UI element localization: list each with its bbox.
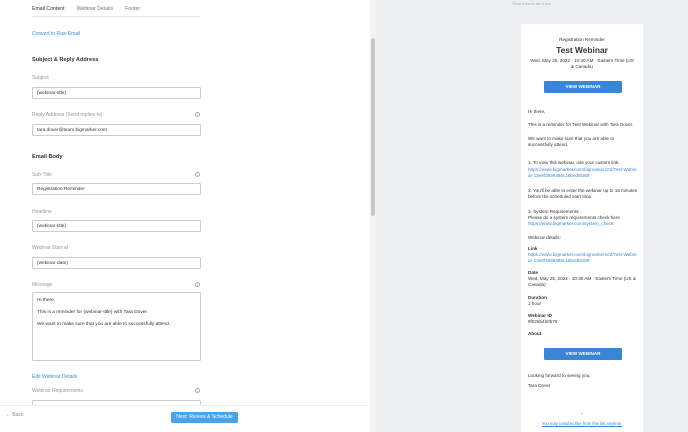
preview-signature: Tara Dover bbox=[528, 383, 551, 388]
preview-about-label: About bbox=[528, 331, 542, 336]
message-label: Message bbox=[32, 282, 53, 288]
preview-step3-link[interactable]: https://www.bigmarker.com/system_check bbox=[528, 221, 638, 227]
subject-input[interactable]: {webinar-title} bbox=[32, 87, 201, 99]
message-textarea[interactable]: Hi there, This is a reminder for {webina… bbox=[32, 292, 201, 361]
message-line-reminder: This is a reminder for {webinar-title} w… bbox=[37, 310, 149, 315]
next-review-schedule-button[interactable]: Next: Review & Schedule bbox=[171, 412, 238, 423]
preview-step3-text: Please do a system requirements check he… bbox=[528, 215, 620, 220]
preview-id-value: 9f028b4b0b78 bbox=[528, 319, 558, 324]
preview-step2: 2. You'll be able to enter the webinar u… bbox=[528, 188, 638, 199]
reply-address-label: Reply Address (Send replies to) bbox=[32, 112, 103, 118]
reply-address-input[interactable]: tara.dover@team.bigmarker.com bbox=[32, 124, 201, 136]
preview-divider bbox=[581, 413, 583, 414]
preview-date: Wed, May 25, 2022 · 10:30 AM · Eastern T… bbox=[530, 58, 634, 69]
preview-id-label: Webinar ID bbox=[528, 313, 552, 318]
email-body-heading: Email Body bbox=[32, 154, 63, 160]
preview-title: Test Webinar bbox=[556, 45, 608, 55]
preview-date-label: Date bbox=[528, 270, 538, 275]
preview-reminder: This is a reminder for Test Webinar with… bbox=[528, 122, 634, 127]
preview-greeting: Hi there, bbox=[528, 109, 546, 114]
scrollbar-thumb[interactable] bbox=[371, 38, 375, 216]
email-editor-panel: Email Content Webinar Details Footer Con… bbox=[0, 0, 369, 432]
message-line-greeting: Hi there, bbox=[37, 298, 56, 303]
webinar-start-input[interactable]: {webinar-date} bbox=[32, 257, 201, 269]
subject-label: Subject bbox=[32, 75, 49, 81]
preview-date-value: Wed, May 25, 2022 · 10:30 AM · Eastern T… bbox=[528, 276, 636, 287]
message-line-attend: We want to make sure that you are able t… bbox=[37, 322, 171, 327]
preview-looking-forward: Looking forward to seeing you, bbox=[528, 373, 591, 378]
email-preview-card: Registration Reminder Test Webinar Wed, … bbox=[521, 24, 643, 432]
preview-link-value[interactable]: https://www.bigmarker.com/bigmarker102/T… bbox=[528, 252, 638, 263]
back-button[interactable]: ← Back bbox=[6, 412, 24, 418]
preview-attend: We want to make sure that you are able t… bbox=[528, 136, 615, 147]
headline-input[interactable]: {webinar-title} bbox=[32, 220, 201, 232]
requirements-info-icon[interactable]: i bbox=[195, 388, 200, 393]
subtitle-info-icon[interactable]: i bbox=[195, 172, 200, 177]
preview-duration-value: 1 hour bbox=[528, 301, 542, 306]
edit-webinar-details-link[interactable]: Edit Webinar Details bbox=[32, 374, 77, 380]
subtitle-input[interactable]: Registration Reminder bbox=[32, 183, 201, 195]
preview-step1: 1. To view this webinar, use your custom… bbox=[528, 160, 620, 165]
tabs-divider bbox=[32, 16, 200, 17]
preview-note-2: Send a test to see it live. bbox=[512, 2, 552, 6]
webinar-start-label: Webinar Start at bbox=[32, 245, 69, 251]
headline-label: Headline bbox=[32, 209, 52, 215]
preview-view-webinar-button-2[interactable]: VIEW WEBINAR bbox=[544, 348, 622, 360]
reply-info-icon[interactable]: i bbox=[195, 112, 200, 117]
preview-unsubscribe-link[interactable]: You may unsubscribe from this list anyti… bbox=[521, 421, 643, 426]
webinar-requirements-label: Webinar Requirements bbox=[32, 388, 84, 394]
email-preview-panel: ... Send a test to see it live. Registra… bbox=[376, 0, 688, 432]
convert-raw-email-link[interactable]: Convert to Raw Email bbox=[32, 31, 80, 37]
preview-subtitle: Registration Reminder bbox=[559, 37, 605, 42]
preview-step3: 3. System Requirements: bbox=[528, 209, 580, 214]
subtitle-label: Sub-Title bbox=[32, 172, 52, 178]
preview-view-webinar-button[interactable]: VIEW WEBINAR bbox=[544, 81, 622, 93]
preview-link-label: Link bbox=[528, 246, 538, 251]
preview-step1-link[interactable]: https://www.bigmarker.com/bigmarker102/T… bbox=[528, 167, 638, 178]
preview-details-heading: Webinar details: bbox=[528, 235, 561, 240]
preview-duration-label: Duration bbox=[528, 295, 547, 300]
message-info-icon[interactable]: i bbox=[195, 282, 200, 287]
subject-section-heading: Subject & Reply Address bbox=[32, 57, 99, 63]
